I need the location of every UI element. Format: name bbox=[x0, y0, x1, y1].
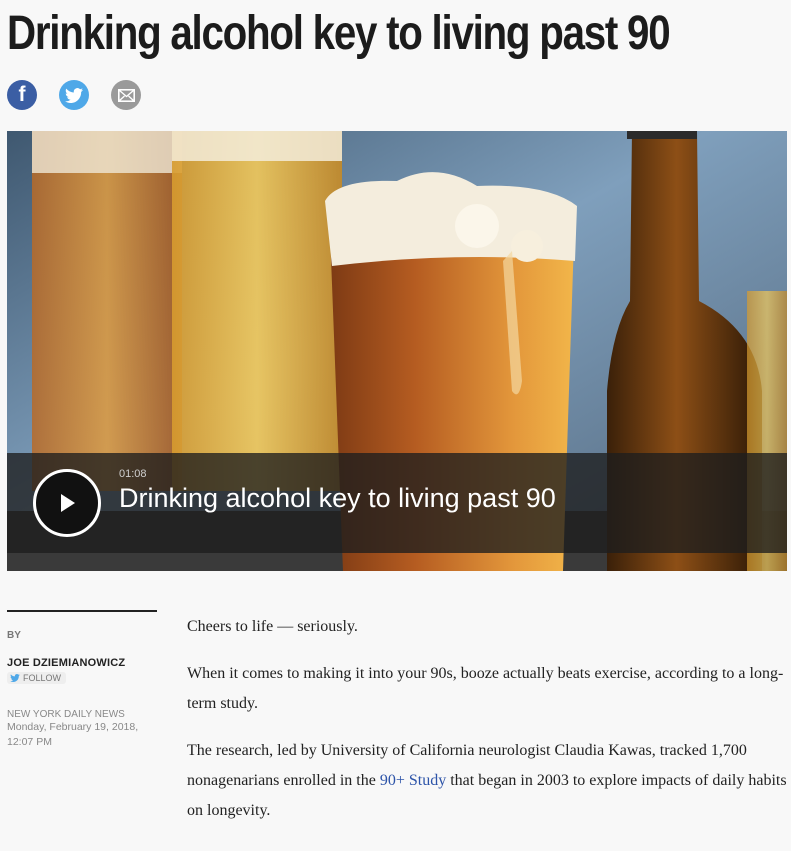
video-caption-bar: 01:08 Drinking alcohol key to living pas… bbox=[7, 453, 787, 553]
article-paragraph: When it comes to making it into your 90s… bbox=[187, 665, 784, 712]
video-title[interactable]: Drinking alcohol key to living past 90 bbox=[119, 483, 556, 514]
twitter-bird-icon bbox=[10, 674, 20, 682]
publish-time: 12:07 PM bbox=[7, 736, 52, 748]
follow-label: FOLLOW bbox=[23, 673, 62, 683]
play-button[interactable] bbox=[33, 469, 101, 537]
email-icon[interactable] bbox=[111, 80, 141, 110]
play-icon bbox=[61, 494, 75, 512]
follow-button[interactable]: FOLLOW bbox=[7, 672, 67, 684]
article-paragraph: Cheers to life — seriously. bbox=[187, 618, 358, 635]
publication-source: NEW YORK DAILY NEWS bbox=[7, 709, 125, 720]
publish-date: Monday, February 19, 2018, bbox=[7, 721, 139, 733]
headline: Drinking alcohol key to living past 90 bbox=[7, 7, 671, 60]
video-player[interactable]: 01:08 Drinking alcohol key to living pas… bbox=[7, 131, 787, 571]
video-duration: 01:08 bbox=[119, 468, 147, 480]
byline-divider bbox=[7, 610, 157, 612]
facebook-icon[interactable]: f bbox=[7, 80, 37, 110]
article-body: Cheers to life — seriously. When it come… bbox=[187, 612, 787, 843]
study-link[interactable]: 90+ Study bbox=[380, 772, 446, 789]
article-paragraph: The research, led by University of Calif… bbox=[187, 736, 787, 826]
byline-sidebar: BY JOE DZIEMIANOWICZ FOLLOW NEW YORK DAI… bbox=[7, 610, 157, 750]
author-name[interactable]: JOE DZIEMIANOWICZ bbox=[7, 657, 157, 669]
by-label: BY bbox=[7, 630, 21, 641]
twitter-icon[interactable] bbox=[59, 80, 89, 110]
share-bar: f bbox=[7, 80, 141, 110]
